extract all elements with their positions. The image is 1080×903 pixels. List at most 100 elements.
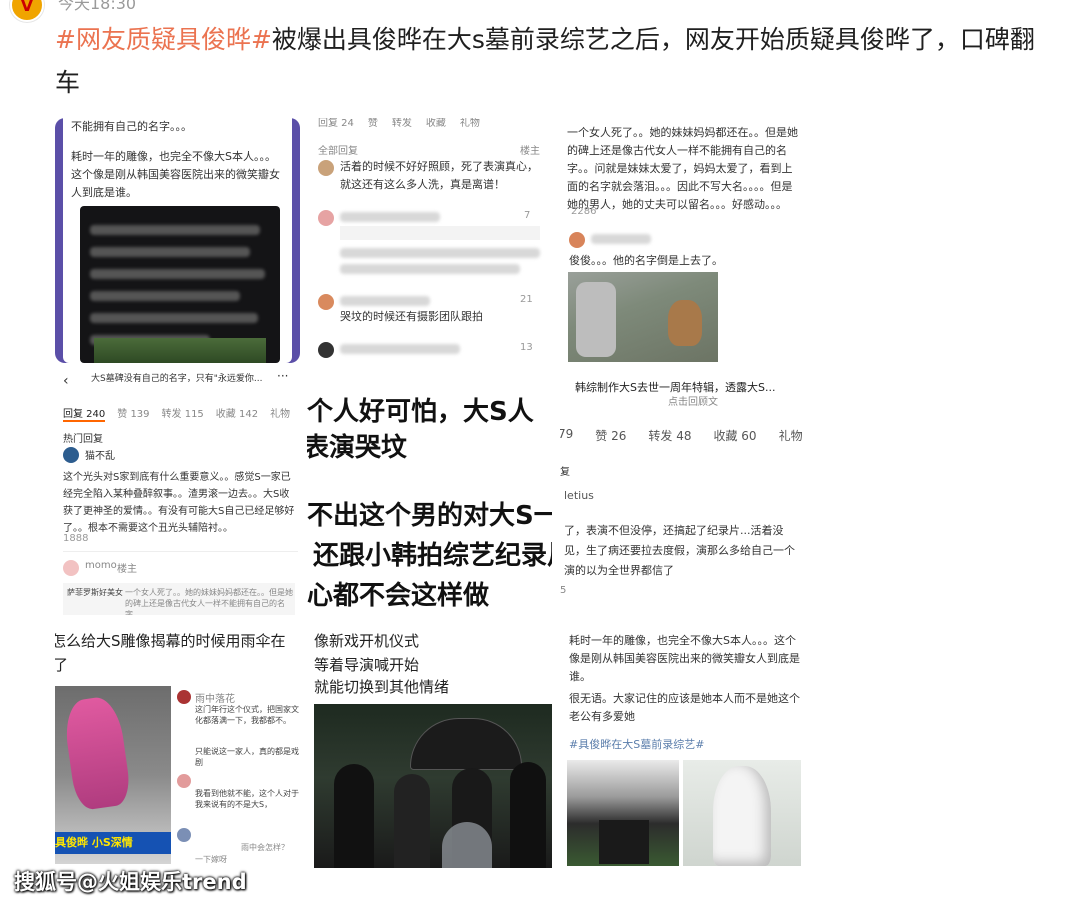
post-text: #网友质疑具俊晔#被爆出具俊晔在大s墓前录综艺之后，网友开始质疑具俊晔了，口碑翻… (55, 18, 1050, 104)
hot-replies-label: 热门回复 (63, 434, 103, 445)
avatar (177, 690, 191, 704)
reply-label: 复 (560, 467, 570, 478)
tab-likes[interactable]: 赞 26 (595, 427, 626, 444)
divider (63, 551, 298, 552)
hashtag-link[interactable]: #网友质疑具俊晔# (55, 25, 272, 54)
quote-box (340, 226, 540, 240)
statue-photo (683, 760, 801, 866)
image-2[interactable]: 回复 24 赞 转发 收藏 礼物 全部回复 楼主 活着的时候不好好照顾，死了表演… (312, 118, 550, 363)
blurred-text (90, 220, 270, 349)
para-2: 很无语。大家记住的应该是她本人而不是她这个老公有多爱她 (569, 692, 800, 723)
username[interactable]: letius (564, 489, 594, 502)
comment-text: 了，表演不但没停，还搞起了纪录片...活着没见，生了病还要拉去度假，演那么多给自… (564, 524, 795, 577)
avatar (318, 160, 334, 176)
image-5[interactable]: 这个人好可怕，大S人 表演哭坟 看不出这个男的对大S一丁 ，还跟小韩拍综艺纪录片… (307, 383, 552, 615)
all-replies-label: 全部回复 (318, 146, 358, 157)
username[interactable]: momo (85, 560, 117, 571)
tab-likes[interactable]: 赞 (368, 118, 378, 129)
post-title: 大S墓碑没有自己的名字，只有"永远爱你... (91, 374, 263, 384)
tab-gifts[interactable]: 礼物 (270, 405, 290, 422)
para-1: 耗时一年的雕像，也完全不像大S本人。。。 (71, 150, 276, 163)
image-6[interactable]: 韩综制作大S去世一周年特辑，透露大S... 点击回顾文 79 赞 26 转发 4… (560, 375, 805, 615)
photo-strip (94, 338, 266, 363)
comment-text: 一下嫁呀 (195, 855, 227, 864)
hashtag-link[interactable]: #具俊晔在大S墓前录综艺# (569, 736, 704, 752)
more-icon[interactable]: ··· (277, 369, 288, 383)
reply-text: 俊俊。。。他的名字倒是上去了。 (569, 254, 723, 267)
tab-bar: 回复 240 赞 139 转发 115 收藏 142 礼物 (63, 405, 298, 422)
grave-photo (567, 760, 679, 866)
post-subtitle: 点击回顾文 (668, 397, 718, 408)
tombstone (599, 820, 649, 864)
tab-favorites[interactable]: 收藏 60 (713, 427, 756, 444)
avatar (177, 828, 191, 842)
avatar (569, 232, 585, 248)
person (334, 764, 374, 868)
image-8[interactable]: 像新戏开机仪式 等着导演喊开始 就能切换到其他情绪 (312, 628, 552, 868)
tab-gifts[interactable]: 礼物 (779, 427, 803, 444)
like-count[interactable]: 21 (520, 294, 533, 305)
top-text: 不能拥有自己的名字。。。 (71, 120, 192, 133)
image-7[interactable]: 怎么给大S雕像揭幕的时候用雨伞在 了 具俊晔 小S深情 雨中落花 这门年行这个仪… (55, 628, 300, 868)
owner-badge: 楼主 (520, 146, 540, 157)
umbrella (410, 718, 522, 770)
tab-bar: 79 赞 26 转发 48 收藏 60 礼物 (560, 427, 805, 444)
person (510, 762, 546, 868)
post-text: 一个女人死了。。她的妹妹妈妈都还在。。但是她的碑上还是像古代女人一样不能拥有自己… (567, 126, 798, 211)
news-photo: 具俊晔 小S深情 (55, 686, 171, 864)
owner-badge: 楼主 (117, 564, 137, 575)
para-2: 这个像是刚从韩国美容医院出来的微笑瓣女人到底是谁。 (71, 168, 280, 199)
monkey (668, 300, 702, 346)
count: 5 (560, 585, 567, 596)
comment-text: 这门年行这个仪式，把国家文化都落满一下，我都都不。 (195, 705, 299, 725)
avatar (318, 210, 334, 226)
comment-text: 雨中会怎样？ (241, 843, 289, 852)
avatar (318, 342, 334, 358)
tab-favorites[interactable]: 收藏 (426, 118, 446, 129)
text-line: 了 (55, 656, 69, 674)
blurred-username (340, 296, 430, 306)
watermark: 搜狐号@火姐娱乐trend (14, 870, 247, 894)
tab-replies[interactable]: 回复 240 (63, 405, 106, 422)
comment-text: 我看到他就不能，这个人对于我来说有的不是大S， (195, 789, 299, 809)
image-4[interactable]: ‹ 大S墓碑没有自己的名字，只有"永远爱你... ··· 回复 240 赞 13… (55, 363, 300, 615)
text-line: 表演哭坟 (307, 433, 408, 463)
comment-text: 哭坟的时候还有摄影团队跟拍 (340, 310, 483, 323)
tab-reposts[interactable]: 转发 (392, 118, 412, 129)
tab-reposts[interactable]: 转发 115 (162, 405, 204, 422)
person-leg (576, 282, 616, 357)
post-timestamp: 今天18:30 (58, 0, 137, 13)
tab-gifts[interactable]: 礼物 (460, 118, 480, 129)
text-line: 像新戏开机仪式 (314, 632, 420, 650)
text-line: 怎么给大S雕像揭幕的时候用雨伞在 (55, 632, 286, 650)
news-banner: 具俊晔 小S深情 (55, 832, 171, 854)
avatar[interactable]: V (10, 0, 44, 22)
tab-replies[interactable]: 79 (560, 427, 573, 444)
blurred-username (340, 212, 440, 222)
reply-text: 一个女人死了。。她的妹妹妈妈都还在。。但是她的碑上还是像古代女人一样不能拥有自己… (125, 588, 293, 615)
like-count[interactable]: 1888 (63, 533, 88, 544)
reply-author: 萨菲罗斯好美女 (67, 588, 123, 597)
post-text: 活着的时候不好好照顾，死了表演真心，就这还有这么多人洗，真是离谱！ (340, 160, 538, 191)
image-1[interactable]: 不能拥有自己的名字。。。 耗时一年的雕像，也完全不像大S本人。。。 这个像是刚从… (55, 118, 300, 363)
statue (713, 766, 771, 866)
raincoat (442, 822, 492, 868)
like-count[interactable]: 13 (520, 342, 533, 353)
avatar (63, 560, 79, 576)
pink-cloth (61, 694, 133, 812)
tab-likes[interactable]: 赞 139 (117, 405, 149, 422)
tab-reposts[interactable]: 转发 48 (648, 427, 691, 444)
dark-card (80, 206, 280, 363)
blurred-username (340, 344, 460, 354)
like-count[interactable]: 2286 (571, 206, 596, 217)
like-count[interactable]: 7 (524, 210, 530, 221)
tab-favorites[interactable]: 收藏 142 (216, 405, 258, 422)
username[interactable]: 猫不乱 (85, 447, 115, 462)
tab-replies[interactable]: 回复 24 (318, 118, 354, 129)
tab-bar: 回复 24 赞 转发 收藏 礼物 (318, 118, 548, 129)
back-icon[interactable]: ‹ (63, 373, 69, 389)
image-3[interactable]: 一个女人死了。。她的妹妹妈妈都还在。。但是她的碑上还是像古代女人一样不能拥有自己… (563, 118, 803, 363)
text-line: 良心都不会这样做 (307, 581, 490, 611)
image-9[interactable]: 耗时一年的雕像，也完全不像大S本人。。。这个像是刚从韩国美容医院出来的微笑瓣女人… (563, 628, 803, 868)
username[interactable]: 雨中落花 (195, 690, 235, 705)
